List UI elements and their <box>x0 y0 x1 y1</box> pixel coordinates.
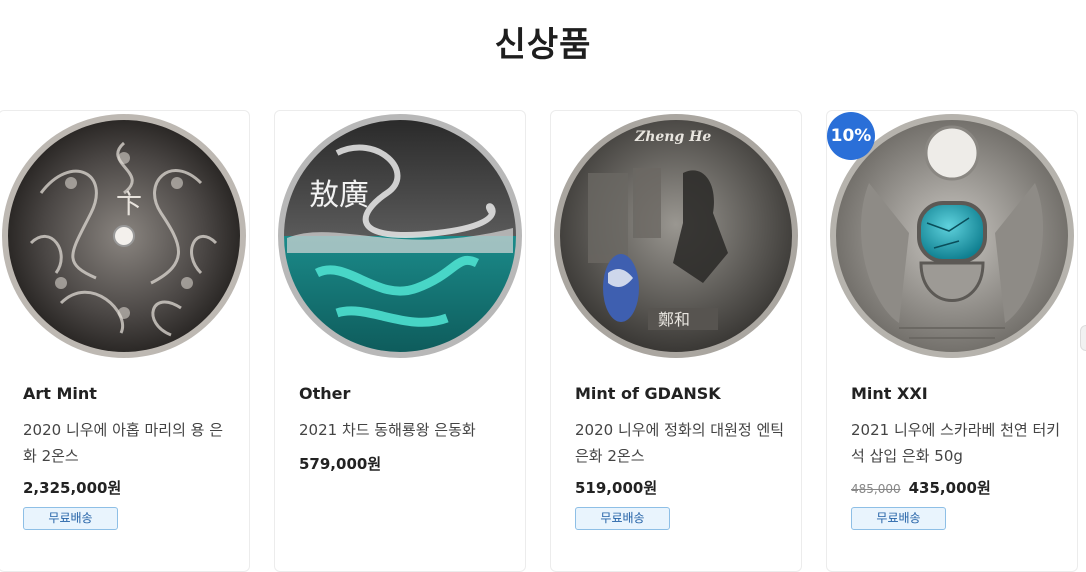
product-brand: Art Mint <box>23 384 97 403</box>
product-card[interactable]: 卞 Art Mint 2020 니우에 아홉 마리의 용 은화 2온스 2,32… <box>0 110 250 572</box>
product-card[interactable]: Mint XXI 2021 니우에 스카라베 천연 터키석 삽입 은화 50g … <box>826 110 1078 572</box>
product-image-coin-dragon-king[interactable]: 敖廣 <box>277 113 523 359</box>
carousel-next-edge[interactable] <box>1080 325 1086 351</box>
product-image-coin-zheng-he[interactable]: Zheng He 鄭和 <box>553 113 799 359</box>
svg-text:卞: 卞 <box>116 190 142 220</box>
product-brand: Other <box>299 384 351 403</box>
coin-engraving-text: Zheng He <box>634 129 711 145</box>
product-name[interactable]: 2020 니우에 아홉 마리의 용 은화 2온스 <box>23 417 233 469</box>
free-shipping-badge: 무료배송 <box>23 507 118 530</box>
product-card[interactable]: 敖廣 Other 2021 차드 동해룡왕 은동화 579,000원 <box>274 110 526 572</box>
product-price: 519,000원 <box>575 479 658 497</box>
product-price: 2,325,000원 <box>23 479 122 497</box>
product-brand: Mint of GDANSK <box>575 384 721 403</box>
product-name[interactable]: 2020 니우에 정화의 대원정 엔틱 은화 2온스 <box>575 417 785 469</box>
original-price: 485,000 <box>851 482 901 496</box>
discount-badge: 10% <box>827 112 875 160</box>
svg-text:敖廣: 敖廣 <box>309 178 369 213</box>
product-name[interactable]: 2021 니우에 스카라베 천연 터키석 삽입 은화 50g <box>851 417 1061 469</box>
section-title: 신상품 <box>494 25 592 65</box>
product-brand: Mint XXI <box>851 384 928 403</box>
free-shipping-badge: 무료배송 <box>851 507 946 530</box>
sale-price: 435,000원 <box>908 479 991 497</box>
product-name[interactable]: 2021 차드 동해룡왕 은동화 <box>299 417 509 443</box>
product-price: 485,000 435,000원 <box>851 477 991 498</box>
svg-text:鄭和: 鄭和 <box>658 310 690 329</box>
free-shipping-badge: 무료배송 <box>575 507 670 530</box>
product-image-coin-dragons[interactable]: 卞 <box>1 113 247 359</box>
product-card[interactable]: Zheng He 鄭和 Mint of GDANSK 2020 니우에 정화의 … <box>550 110 802 572</box>
product-price: 579,000원 <box>299 455 382 473</box>
